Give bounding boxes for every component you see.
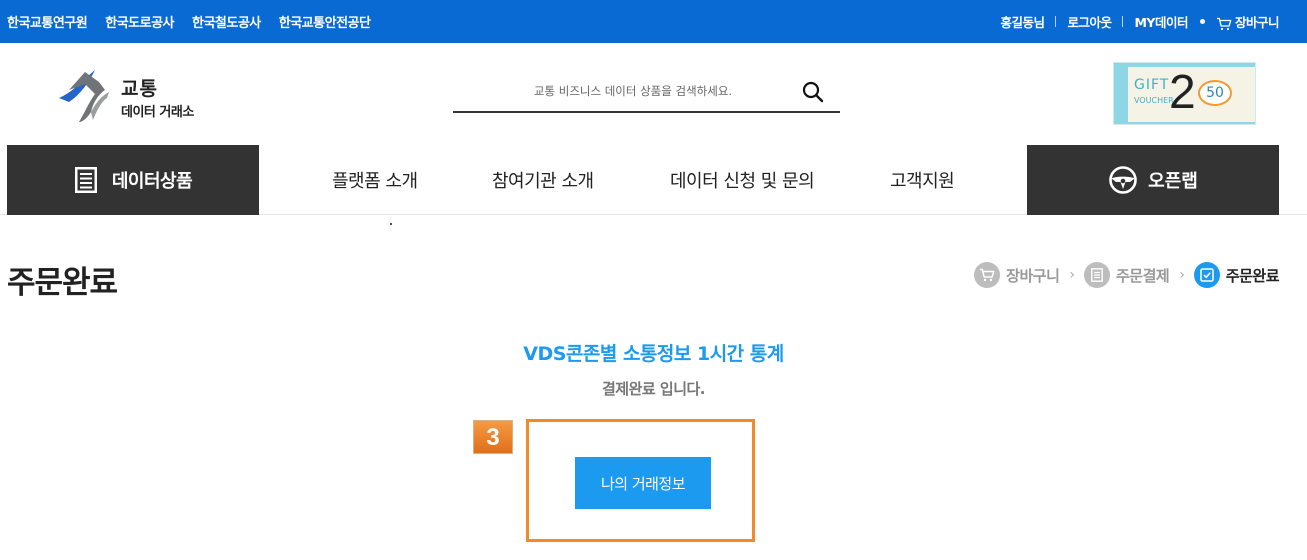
divider [1055, 16, 1057, 27]
gift-voucher-banner[interactable]: GIFT VOUCHER 2 50 [1113, 62, 1256, 125]
logout-link[interactable]: 로그아웃 [1067, 12, 1112, 31]
logo-line2: 데이터 거래소 [121, 105, 194, 120]
voucher-badge: 50 [1198, 80, 1232, 106]
my-data-link[interactable]: MY데이터 [1134, 12, 1188, 31]
step-number-badge: 3 [473, 420, 513, 454]
chevron-right-icon: › [1069, 267, 1075, 283]
nav-platform-intro[interactable]: 플랫폼 소개 [332, 145, 418, 215]
nav-openlab[interactable]: 오픈랩 [1027, 145, 1279, 215]
cart-link[interactable]: 장바구니 [1216, 12, 1280, 31]
stray-dot [390, 223, 392, 225]
document-list-icon [74, 167, 97, 193]
product-name: VDS콘존별 소통정보 1시간 통계 [523, 343, 784, 365]
cart-icon [1216, 17, 1232, 30]
top-bar: 한국교통연구원 한국도로공사 한국철도공사 한국교통안전공단 홍길동님 로그아웃… [0, 0, 1307, 43]
voucher-text: VOUCHER [1134, 96, 1174, 105]
logo-mark-icon [59, 70, 109, 122]
link-ex[interactable]: 한국도로공사 [105, 12, 174, 31]
step-complete-label: 주문완료 [1225, 266, 1280, 285]
search-icon[interactable] [802, 81, 824, 103]
my-transaction-info-button[interactable]: 나의 거래정보 [575, 457, 711, 509]
divider [1122, 16, 1124, 27]
logo-line1: 교통 [121, 78, 158, 100]
checkbox-step-icon [1193, 262, 1220, 288]
cart-step-icon [974, 262, 1001, 288]
link-kotsa[interactable]: 한국교통안전공단 [279, 12, 371, 31]
step-cart: 장바구니 [974, 262, 1060, 288]
order-steps: 장바구니 › 주문결제 › 주문완료 [974, 262, 1280, 288]
search-input[interactable] [453, 71, 793, 111]
nav-openlab-label: 오픈랩 [1148, 171, 1198, 192]
link-koti[interactable]: 한국교통연구원 [7, 12, 88, 31]
step-cart-label: 장바구니 [1006, 266, 1060, 285]
receipt-step-icon [1083, 262, 1110, 288]
dot-separator [1199, 19, 1205, 24]
cart-label: 장바구니 [1234, 15, 1280, 30]
nav-customer-support[interactable]: 고객지원 [890, 145, 955, 215]
nav-data-products[interactable]: 데이터상품 [7, 145, 259, 215]
step-payment: 주문결제 [1083, 262, 1170, 288]
step-complete: 주문완료 [1193, 262, 1280, 288]
link-korail[interactable]: 한국철도공사 [192, 12, 261, 31]
nav-data-products-label: 데이터상품 [111, 171, 193, 192]
nav-partners-intro[interactable]: 참여기관 소개 [492, 145, 594, 215]
gift-text: GIFT [1134, 77, 1170, 93]
nav-data-request[interactable]: 데이터 신청 및 문의 [670, 145, 815, 215]
payment-complete-message: 결제완료 입니다. [601, 380, 706, 398]
user-name: 홍길동님 [1000, 15, 1045, 30]
voucher-number: 2 [1169, 66, 1196, 119]
user-links: 홍길동님 로그아웃 MY데이터 장바구니 [1000, 0, 1279, 43]
search-bar [453, 71, 840, 113]
main-nav: 데이터상품 플랫폼 소개 참여기관 소개 데이터 신청 및 문의 고객지원 오픈… [0, 145, 1307, 215]
affiliate-links: 한국교통연구원 한국도로공사 한국철도공사 한국교통안전공단 [7, 0, 388, 43]
page-title: 주문완료 [7, 265, 118, 301]
site-logo[interactable]: 교통 데이터 거래소 [55, 68, 225, 124]
chevron-right-icon: › [1179, 267, 1185, 283]
step-payment-label: 주문결제 [1115, 266, 1170, 285]
steering-wheel-icon [1109, 166, 1137, 194]
